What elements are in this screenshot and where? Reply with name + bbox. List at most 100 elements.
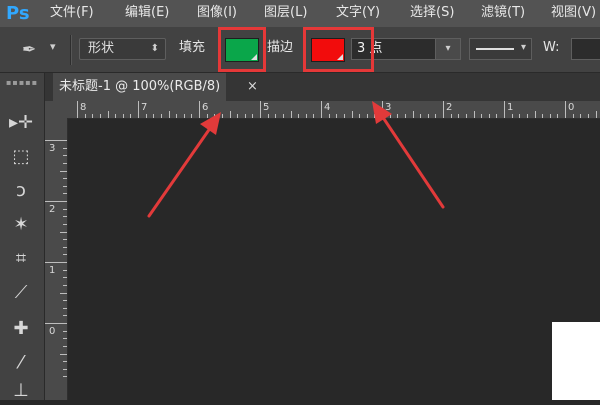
- ruler-minor-tick: [580, 114, 581, 118]
- stamp-tool-icon[interactable]: ⊥: [7, 377, 35, 405]
- fill-label: 填充: [179, 40, 206, 55]
- marquee-tool-icon[interactable]: ⬚: [7, 143, 35, 171]
- ruler-minor-tick: [184, 114, 185, 118]
- ruler-minor-tick: [130, 114, 131, 118]
- fill-highlight-box: [218, 27, 266, 72]
- tool-mode-value: 形状: [88, 41, 115, 56]
- ruler-minor-tick: [596, 111, 597, 118]
- healing-brush-tool-icon[interactable]: ✚: [7, 315, 35, 343]
- ruler-minor-tick: [63, 239, 67, 240]
- move-tool-icon[interactable]: ▸✛: [7, 109, 35, 137]
- ruler-minor-tick: [451, 114, 452, 118]
- menu-select[interactable]: 选择(S): [410, 5, 454, 21]
- ruler-minor-tick: [283, 114, 284, 118]
- ruler-minor-tick: [63, 315, 67, 316]
- ruler-minor-tick: [63, 331, 67, 332]
- ruler-major-tick: [77, 101, 78, 118]
- ruler-label: 6: [202, 102, 209, 113]
- ruler-major-tick: [260, 101, 261, 118]
- ruler-minor-tick: [63, 338, 67, 339]
- ruler-minor-tick: [291, 111, 292, 118]
- vertical-ruler[interactable]: 3 2 1 0: [45, 118, 68, 400]
- ruler-origin[interactable]: [45, 101, 68, 119]
- ruler-minor-tick: [63, 369, 67, 370]
- ruler-minor-tick: [214, 114, 215, 118]
- stroke-type-select[interactable]: ▾: [469, 38, 532, 60]
- document-tab-bar: 未标题-1 @ 100%(RGB/8) ×: [45, 73, 600, 101]
- close-icon[interactable]: ×: [247, 73, 258, 101]
- ruler-major-tick: [45, 201, 67, 202]
- ruler-minor-tick: [557, 114, 558, 118]
- ruler-minor-tick: [146, 114, 147, 118]
- menu-filter[interactable]: 滤镜(T): [481, 5, 525, 21]
- ruler-minor-tick: [63, 277, 67, 278]
- ruler-minor-tick: [550, 114, 551, 118]
- menu-image[interactable]: 图像(I): [197, 5, 237, 21]
- width-input[interactable]: [571, 38, 600, 60]
- ruler-label: 0: [49, 326, 56, 337]
- ruler-label: 1: [49, 265, 56, 276]
- menu-view[interactable]: 视图(V): [551, 5, 596, 21]
- ruler-label: 8: [80, 102, 87, 113]
- menu-type[interactable]: 文字(Y): [336, 5, 380, 21]
- crop-tool-icon[interactable]: ⌗: [7, 245, 35, 273]
- canvas-workspace[interactable]: [68, 119, 600, 400]
- ruler-minor-tick: [397, 114, 398, 118]
- ruler-minor-tick: [367, 114, 368, 118]
- ruler-minor-tick: [153, 114, 154, 118]
- ruler-minor-tick: [519, 114, 520, 118]
- ruler-minor-tick: [63, 163, 67, 164]
- pen-tool-preset-icon[interactable]: ✒: [22, 39, 46, 61]
- ruler-minor-tick: [63, 148, 67, 149]
- menu-layer[interactable]: 图层(L): [264, 5, 307, 21]
- ruler-minor-tick: [191, 114, 192, 118]
- ruler-major-tick: [321, 101, 322, 118]
- ruler-minor-tick: [63, 285, 67, 286]
- ruler-minor-tick: [252, 114, 253, 118]
- ruler-minor-tick: [275, 114, 276, 118]
- ruler-minor-tick: [496, 114, 497, 118]
- ruler-minor-tick: [306, 114, 307, 118]
- ruler-minor-tick: [123, 114, 124, 118]
- ruler-minor-tick: [420, 114, 421, 118]
- brush-tool-icon[interactable]: ⁄: [7, 349, 35, 377]
- menu-file[interactable]: 文件(F): [50, 5, 94, 21]
- ruler-minor-tick: [405, 114, 406, 118]
- magic-wand-tool-icon[interactable]: ✶: [7, 211, 35, 239]
- tool-mode-select[interactable]: 形状 ⬍: [79, 38, 166, 60]
- ruler-minor-tick: [344, 114, 345, 118]
- ruler-minor-tick: [329, 114, 330, 118]
- ruler-major-tick: [138, 101, 139, 118]
- ruler-minor-tick: [512, 114, 513, 118]
- ruler-minor-tick: [237, 114, 238, 118]
- ruler-minor-tick: [466, 114, 467, 118]
- chevron-down-icon[interactable]: ▾: [50, 40, 56, 53]
- ruler-minor-tick: [481, 114, 482, 118]
- ruler-major-tick: [45, 262, 67, 263]
- menu-edit[interactable]: 编辑(E): [125, 5, 169, 21]
- ruler-minor-tick: [313, 114, 314, 118]
- document-tab[interactable]: 未标题-1 @ 100%(RGB/8): [53, 73, 227, 101]
- eyedropper-tool-icon[interactable]: ⟋: [7, 279, 35, 307]
- ruler-minor-tick: [573, 114, 574, 118]
- ruler-major-tick: [45, 140, 67, 141]
- ruler-minor-tick: [63, 224, 67, 225]
- horizontal-ruler[interactable]: 8 7 6 5 4 3 2 1 0: [67, 101, 600, 119]
- tools-panel: ▪▪▪▪▪ ▸✛ ⬚ ↄ ✶ ⌗ ⟋ ✚ ⁄ ⊥: [0, 73, 45, 401]
- ruler-minor-tick: [63, 308, 67, 309]
- ruler-major-tick: [504, 101, 505, 118]
- document-canvas[interactable]: [552, 322, 600, 400]
- ruler-minor-tick: [63, 361, 67, 362]
- ruler-label: 5: [263, 102, 270, 113]
- chevron-down-icon[interactable]: ▾: [435, 39, 460, 59]
- ruler-minor-tick: [542, 114, 543, 118]
- stroke-highlight-box: [303, 27, 374, 72]
- ruler-minor-tick: [435, 114, 436, 118]
- ruler-minor-tick: [336, 114, 337, 118]
- ruler-minor-tick: [474, 111, 475, 118]
- ruler-minor-tick: [63, 186, 67, 187]
- ruler-minor-tick: [63, 193, 67, 194]
- ruler-minor-tick: [169, 111, 170, 118]
- lasso-tool-icon[interactable]: ↄ: [7, 177, 35, 205]
- width-label: W:: [543, 40, 560, 55]
